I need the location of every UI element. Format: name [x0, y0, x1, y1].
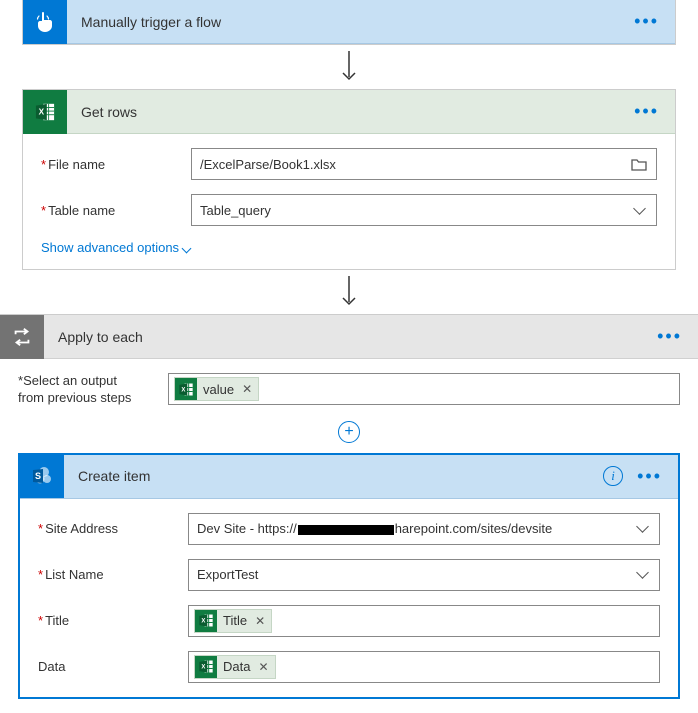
get-rows-title: Get rows [67, 104, 628, 120]
data-field-input[interactable]: X Data ✕ [188, 651, 660, 683]
foreach-icon [0, 315, 44, 359]
redacted-text [298, 525, 394, 535]
data-token[interactable]: X Data ✕ [194, 655, 276, 679]
list-name-label: *List Name [38, 567, 188, 582]
info-icon[interactable]: i [603, 466, 623, 486]
add-step-button[interactable]: + [338, 421, 360, 443]
create-item-header[interactable]: S Create item i ••• [20, 455, 678, 499]
token-remove-icon[interactable]: ✕ [258, 660, 268, 674]
folder-picker-icon[interactable] [630, 157, 648, 171]
apply-header[interactable]: Apply to each ••• [0, 315, 698, 359]
svg-text:X: X [201, 665, 205, 671]
apply-menu-button[interactable]: ••• [651, 326, 688, 347]
select-output-input[interactable]: X value ✕ [168, 373, 680, 405]
apply-body: *Select an output from previous steps X [0, 359, 698, 413]
create-item-body: *Site Address Dev Site - https://harepoi… [20, 499, 678, 697]
table-name-select[interactable]: Table_query [191, 194, 657, 226]
file-name-label: *File name [41, 157, 191, 172]
token-remove-icon[interactable]: ✕ [242, 382, 252, 396]
svg-text:S: S [35, 471, 41, 481]
excel-icon: X [195, 610, 217, 632]
chevron-down-icon [630, 208, 648, 213]
chevron-down-icon [633, 572, 651, 577]
get-rows-header[interactable]: X Get rows ••• [23, 90, 675, 134]
trigger-menu-button[interactable]: ••• [628, 11, 665, 32]
title-field-input[interactable]: X Title ✕ [188, 605, 660, 637]
value-token[interactable]: X value ✕ [174, 377, 259, 401]
chevron-down-icon [633, 526, 651, 531]
title-token[interactable]: X Title ✕ [194, 609, 272, 633]
add-step-row: + [0, 421, 698, 443]
apply-to-each-card: Apply to each ••• *Select an output from… [0, 314, 698, 699]
get-rows-card: X Get rows ••• *File name /ExcelParse/Bo… [22, 89, 676, 270]
manual-trigger-icon [23, 0, 67, 44]
excel-icon: X [23, 90, 67, 134]
site-address-label: *Site Address [38, 521, 188, 536]
data-field-label: Data [38, 659, 188, 674]
flow-arrow [0, 274, 698, 310]
excel-icon: X [195, 656, 217, 678]
site-address-select[interactable]: Dev Site - https://harepoint.com/sites/d… [188, 513, 660, 545]
show-advanced-link[interactable]: Show advanced options [41, 240, 190, 255]
create-item-card: S Create item i ••• *Site Address Dev Si… [18, 453, 680, 699]
title-field-label: *Title [38, 613, 188, 628]
sharepoint-icon: S [20, 454, 64, 498]
svg-text:X: X [39, 107, 45, 116]
svg-text:X: X [201, 619, 205, 625]
create-item-menu-button[interactable]: ••• [631, 466, 668, 487]
list-name-select[interactable]: ExportTest [188, 559, 660, 591]
table-name-label: *Table name [41, 203, 191, 218]
token-remove-icon[interactable]: ✕ [255, 614, 265, 628]
trigger-header[interactable]: Manually trigger a flow ••• [23, 0, 675, 44]
select-output-label: *Select an output from previous steps [18, 373, 168, 407]
apply-title: Apply to each [44, 329, 651, 345]
trigger-card: Manually trigger a flow ••• [22, 0, 676, 45]
create-item-title: Create item [64, 468, 603, 484]
svg-text:X: X [181, 387, 185, 393]
flow-arrow [0, 49, 698, 85]
excel-icon: X [175, 378, 197, 400]
get-rows-body: *File name /ExcelParse/Book1.xlsx *Table… [23, 134, 675, 269]
file-name-input[interactable]: /ExcelParse/Book1.xlsx [191, 148, 657, 180]
get-rows-menu-button[interactable]: ••• [628, 101, 665, 122]
trigger-title: Manually trigger a flow [67, 14, 628, 30]
